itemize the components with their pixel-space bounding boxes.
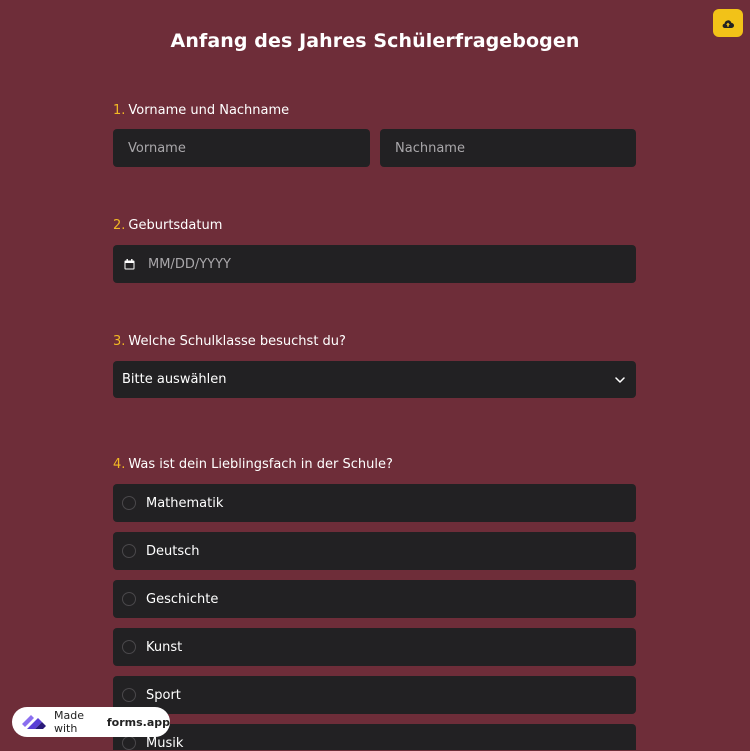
- radio-button[interactable]: [122, 496, 136, 510]
- question-text: Welche Schulklasse besuchst du?: [128, 334, 346, 349]
- option-label: Geschichte: [146, 591, 219, 607]
- option-geschichte[interactable]: Geschichte: [113, 580, 636, 618]
- chevron-down-icon: [615, 376, 625, 383]
- question-3-label: 3. Welche Schulklasse besuchst du?: [113, 334, 346, 349]
- forms-app-logo-icon: [20, 711, 48, 733]
- radio-button[interactable]: [122, 592, 136, 606]
- option-label: Deutsch: [146, 543, 200, 559]
- made-with-badge[interactable]: Made with forms.app: [12, 707, 170, 737]
- first-name-placeholder: Vorname: [128, 140, 186, 156]
- calendar-icon: [124, 258, 135, 270]
- question-number: 2.: [113, 218, 126, 233]
- grade-select[interactable]: Bitte auswählen: [113, 361, 636, 398]
- question-text: Geburtsdatum: [128, 218, 223, 233]
- question-text: Vorname und Nachname: [128, 103, 290, 118]
- option-label: Mathematik: [146, 495, 224, 511]
- question-2-label: 2. Geburtsdatum: [113, 218, 222, 233]
- radio-button[interactable]: [122, 544, 136, 558]
- question-1-label: 1. Vorname und Nachname: [113, 103, 289, 118]
- question-4-label: 4. Was ist dein Lieblingsfach in der Schu…: [113, 457, 393, 472]
- birthdate-input[interactable]: MM/DD/YYYY: [113, 245, 636, 283]
- option-deutsch[interactable]: Deutsch: [113, 532, 636, 570]
- question-number: 3.: [113, 334, 126, 349]
- question-text: Was ist dein Lieblingsfach in der Schule…: [128, 457, 393, 472]
- last-name-input[interactable]: Nachname: [380, 129, 636, 167]
- first-name-input[interactable]: Vorname: [113, 129, 370, 167]
- option-label: Musik: [146, 735, 184, 751]
- question-number: 1.: [113, 103, 126, 118]
- birthdate-placeholder: MM/DD/YYYY: [148, 256, 231, 272]
- question-number: 4.: [113, 457, 126, 472]
- option-sport[interactable]: Sport: [113, 676, 636, 714]
- last-name-placeholder: Nachname: [395, 140, 465, 156]
- option-label: Kunst: [146, 639, 183, 655]
- grade-select-value: Bitte auswählen: [122, 372, 227, 387]
- radio-button[interactable]: [122, 688, 136, 702]
- radio-button[interactable]: [122, 736, 136, 750]
- option-mathematik[interactable]: Mathematik: [113, 484, 636, 522]
- form-title: Anfang des Jahres Schülerfragebogen: [170, 30, 580, 52]
- option-kunst[interactable]: Kunst: [113, 628, 636, 666]
- option-musik[interactable]: Musik: [113, 724, 636, 751]
- badge-brand: forms.app: [106, 715, 170, 729]
- radio-button[interactable]: [122, 640, 136, 654]
- badge-prefix: Made with: [54, 709, 84, 735]
- option-label: Sport: [146, 687, 181, 703]
